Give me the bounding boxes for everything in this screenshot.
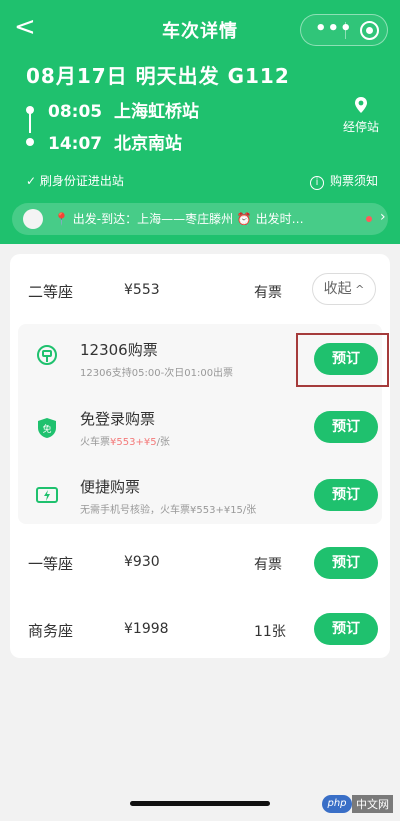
- more-menu-icon[interactable]: •••: [315, 20, 353, 38]
- book-button-no-login[interactable]: 预订: [314, 411, 378, 443]
- trip-header: < 车次详情 ••• 08月17日 明天出发 G112 08:05 上海虹桥站 1…: [0, 0, 400, 244]
- php-logo-icon: php: [322, 795, 352, 813]
- collapse-button[interactable]: 收起 ^: [312, 273, 376, 305]
- option-12306-subtitle: 12306支持05:00-次日01:00出票: [80, 368, 234, 379]
- close-target-icon[interactable]: [360, 21, 379, 40]
- option-quick-subtitle: 无需手机号核验，火车票¥553+¥15/张: [80, 505, 257, 516]
- book-button-first-class[interactable]: 预订: [314, 547, 378, 579]
- departure-station: 上海虹桥站: [114, 102, 199, 122]
- arrival-dot-icon: [26, 138, 34, 146]
- route-banner[interactable]: 📍 出发-到达：上海——枣庄滕州 ⏰ 出发时… ›: [12, 203, 388, 235]
- seat-business-class-price: ¥1998: [124, 621, 169, 637]
- departure-time: 08:05: [48, 102, 103, 122]
- chevron-up-icon: ^: [351, 283, 365, 296]
- trip-title: 08月17日 明天出发 G112: [26, 64, 290, 88]
- nav-bar: < 车次详情 •••: [0, 0, 400, 60]
- arrival-station: 北京南站: [114, 134, 182, 154]
- id-card-tag: ✓ 刷身份证进出站: [26, 174, 124, 188]
- book-button-quick[interactable]: 预订: [314, 479, 378, 511]
- notification-dot-icon: [366, 216, 372, 222]
- arrival-time: 14:07: [48, 134, 103, 154]
- info-icon: i: [309, 176, 324, 190]
- ticket-lightning-icon: [36, 487, 58, 503]
- option-no-login-subtitle-prefix: 火车票: [80, 437, 110, 448]
- railway-logo-icon: [37, 345, 57, 365]
- watermark-text: 中文网: [352, 795, 393, 813]
- seat-second-class-label: 二等座: [28, 283, 74, 301]
- stops-label: 经停站: [342, 120, 379, 134]
- highlight-box: [296, 333, 389, 387]
- location-pin-icon: [355, 97, 367, 113]
- home-indicator[interactable]: [130, 801, 270, 806]
- seat-business-class-label: 商务座: [28, 622, 74, 640]
- chevron-right-icon: ›: [380, 209, 386, 225]
- notice-label: 购票须知: [329, 174, 378, 188]
- arrival-stop: 14:07 北京南站: [26, 129, 182, 154]
- book-button-business-class[interactable]: 预订: [314, 613, 378, 645]
- seat-first-class-label: 一等座: [28, 555, 74, 573]
- avatar: [23, 209, 43, 229]
- option-12306-title: 12306购票: [80, 341, 158, 359]
- seat-second-class-price: ¥553: [124, 282, 160, 298]
- option-quick-title: 便捷购票: [80, 478, 141, 496]
- departure-stop: 08:05 上海虹桥站: [26, 97, 199, 122]
- capsule-divider: [345, 22, 346, 39]
- shield-mian-icon: 免: [38, 418, 56, 438]
- seat-first-class-availability: 有票: [254, 557, 282, 573]
- option-no-login-subtitle: 火车票¥553+¥5/张: [80, 433, 170, 448]
- purchase-notice-link[interactable]: i 购票须知: [309, 172, 378, 190]
- option-no-login-subtitle-suffix: /张: [156, 437, 170, 448]
- svg-text:免: 免: [42, 423, 51, 435]
- banner-text: 📍 出发-到达：上海——枣庄滕州 ⏰ 出发时…: [54, 212, 304, 226]
- watermark: php 中文网: [322, 795, 393, 817]
- collapse-label: 收起: [323, 281, 352, 297]
- seat-second-class-availability: 有票: [254, 285, 282, 301]
- seat-business-class-availability: 11张: [254, 624, 286, 640]
- option-no-login-price: ¥553+¥5: [110, 437, 157, 448]
- stops-button[interactable]: 经停站: [336, 96, 386, 135]
- seat-first-class-price: ¥930: [124, 554, 160, 570]
- option-no-login-title: 免登录购票: [80, 410, 156, 428]
- miniprogram-capsule: •••: [300, 14, 388, 46]
